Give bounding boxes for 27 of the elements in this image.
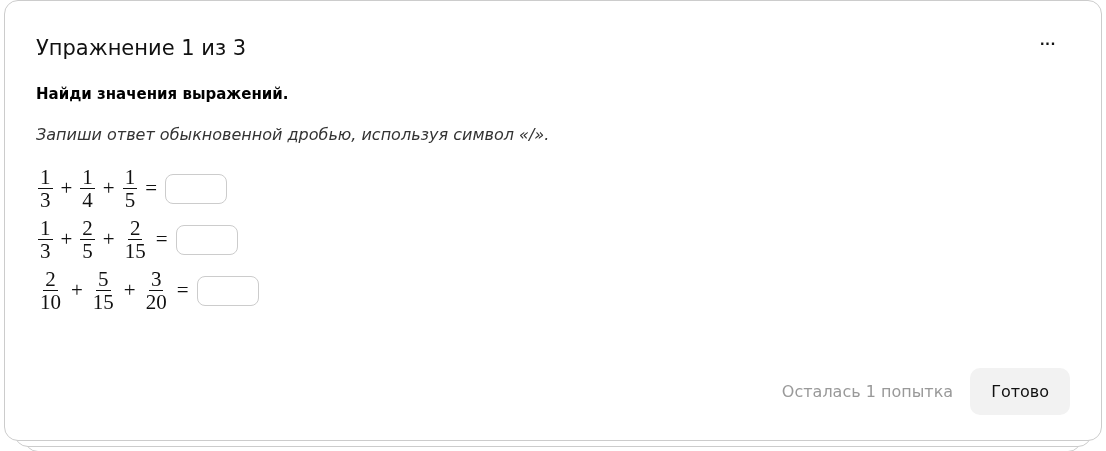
- fraction: 1 3: [37, 217, 54, 263]
- operator: +: [102, 227, 115, 253]
- answer-field[interactable]: [165, 173, 228, 204]
- operator: +: [71, 278, 83, 304]
- answer-field[interactable]: [175, 224, 238, 255]
- equals-sign: =: [145, 176, 158, 202]
- operator: +: [123, 278, 136, 304]
- fraction: 2 15: [123, 217, 147, 263]
- operator: +: [60, 227, 73, 253]
- fraction: 1 4: [79, 166, 96, 212]
- fraction: 3 20: [144, 268, 168, 314]
- fraction: 1 5: [121, 166, 139, 212]
- fraction: 5 15: [91, 268, 115, 314]
- hint-text: Запиши ответ обыкновенной дробью, используя символ «/».: [36, 125, 551, 144]
- task-text: Найди значения выражений.: [36, 85, 290, 103]
- fraction: 1 3: [37, 166, 54, 212]
- operator: +: [102, 176, 115, 202]
- fraction: 2 10: [39, 268, 62, 314]
- more-menu-button[interactable]: ···: [1026, 35, 1070, 61]
- answer-field[interactable]: [196, 275, 259, 306]
- attempts-text: Осталась 1 попытка: [781, 382, 954, 401]
- equals-sign: =: [176, 278, 189, 304]
- fraction: 2 5: [79, 217, 96, 263]
- exercise-title: Упражнение 1 из 3: [36, 36, 247, 60]
- equals-sign: =: [155, 227, 168, 253]
- submit-button[interactable]: Готово: [970, 368, 1070, 415]
- operator: +: [60, 176, 73, 202]
